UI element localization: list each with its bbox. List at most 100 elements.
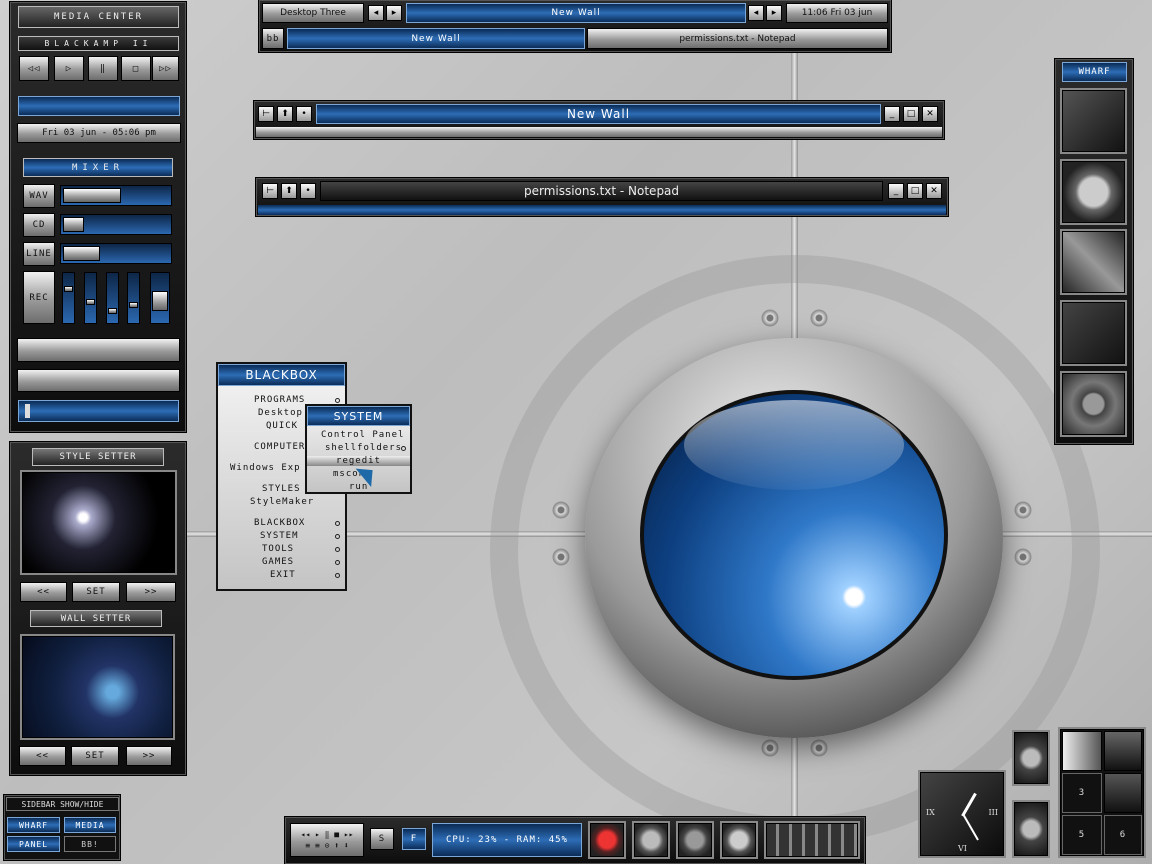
submenu-indicator-icon [335,573,340,578]
window-maximize-button[interactable]: □ [907,183,923,199]
clock-hand-minute [962,813,979,841]
toolbar-window-title: New Wall [406,3,746,23]
vertical-fader[interactable] [62,272,75,324]
sidebar-toggle-title[interactable]: SIDEBAR SHOW/HIDE [6,797,119,811]
bb-button[interactable]: bb [262,28,284,49]
notepad-pencil-icon[interactable] [1060,300,1127,366]
red-app-icon[interactable] [588,821,626,859]
style-prev-button[interactable]: << [20,582,67,602]
line-slider[interactable] [60,243,172,264]
window-pin-button[interactable]: • [296,106,312,122]
f-button[interactable]: F [402,828,426,850]
window-pin-button[interactable]: • [300,183,316,199]
pause-button[interactable]: ‖ [88,56,118,81]
mixer-rec-button[interactable]: REC [23,271,55,324]
track-display [18,96,180,116]
globe-speaker-icon[interactable] [1060,159,1127,225]
blackbox-menu-item[interactable]: Windows Exp [230,463,301,473]
s-button[interactable]: S [370,828,394,850]
wharf-title: WHARF [1062,62,1127,82]
system-menu-item[interactable]: run [349,482,368,492]
recycle-bin-full-icon[interactable] [1012,730,1050,786]
blackbox-menu-title: BLACKBOX [218,364,345,386]
window-menu-button[interactable]: ⊢ [262,183,278,199]
blackbox-menu-item[interactable]: COMPUTER [254,442,305,452]
submenu-indicator-icon [401,446,406,451]
pager-desktop-3[interactable]: 3 [1062,773,1102,813]
play-button[interactable]: ▷ [54,56,84,81]
drawing-tools-icon[interactable] [1060,229,1127,295]
wav-slider[interactable] [60,185,172,206]
blackbox-menu-item[interactable]: TOOLS [262,544,294,554]
recycle-bin-empty-icon[interactable] [1012,800,1050,858]
vertical-fader[interactable] [127,272,140,324]
window-next-button[interactable]: ▸ [766,5,782,21]
mixer-cd-label: CD [23,213,55,237]
system-tray[interactable] [764,821,860,859]
browser-app-icon[interactable] [676,821,714,859]
pager-desktop-6[interactable]: 6 [1104,815,1142,855]
task-new-wall[interactable]: New Wall [287,28,585,49]
blackbox-menu-item[interactable]: STYLES [262,484,301,494]
window-title-notepad[interactable]: permissions.txt - Notepad [320,181,883,201]
pager-desktop-2[interactable] [1104,731,1142,771]
mixer-line-label: LINE [23,242,55,266]
sidebar-media-button[interactable]: MEDIA [64,817,116,833]
disk-app-icon[interactable] [632,821,670,859]
style-next-button[interactable]: >> [126,582,176,602]
progress-bar[interactable] [18,400,179,422]
blackbox-menu-item[interactable]: GAMES [262,557,294,567]
disk-drive-icon[interactable] [1060,371,1127,437]
window-maximize-button[interactable]: □ [903,106,919,122]
player-controls[interactable]: ◂◂ ▸ ‖ ■ ▸▸ ≡ ≡ ⊙ ⬆ ⬇ [290,823,364,857]
monitor-icon[interactable] [1060,88,1127,154]
workspace-label[interactable]: Desktop Three [262,3,364,23]
clock-numeral-9: IX [926,808,935,817]
window-close-button[interactable]: ✕ [922,106,938,122]
sidebar-wharf-button[interactable]: WHARF [7,817,60,833]
widget-bar-1[interactable] [17,338,180,362]
system-menu-item[interactable]: shellfolders [325,443,402,453]
workspace-prev-button[interactable]: ◂ [368,5,384,21]
pager-desktop-4[interactable] [1104,773,1142,813]
window-minimize-button[interactable]: _ [888,183,904,199]
sidebar-bb-button[interactable]: BB! [64,836,116,852]
window-body-notepad [258,205,946,215]
widget-bar-2[interactable] [17,369,180,392]
blackbox-menu-item[interactable]: Desktop [258,408,303,418]
cd-slider[interactable] [60,214,172,235]
wall-prev-button[interactable]: << [19,746,66,766]
window-minimize-button[interactable]: _ [884,106,900,122]
style-set-button[interactable]: SET [72,582,120,602]
window-prev-button[interactable]: ◂ [748,5,764,21]
vertical-fader[interactable] [106,272,119,324]
system-menu-item[interactable]: Control Panel [321,430,404,440]
blackbox-menu-item[interactable]: PROGRAMS [254,395,305,405]
task-notepad[interactable]: permissions.txt - Notepad [587,28,888,49]
vertical-fader[interactable] [84,272,97,324]
blackbox-menu-item[interactable]: SYSTEM [260,531,299,541]
blackbox-menu-item[interactable]: EXIT [270,570,296,580]
window-shade-button[interactable]: ⬆ [281,183,297,199]
blackbox-menu-item[interactable]: QUICK [266,421,298,431]
window-shade-button[interactable]: ⬆ [277,106,293,122]
media-center-title: MEDIA CENTER [18,6,179,28]
blackbox-menu-item[interactable]: StyleMaker [250,497,314,507]
wall-set-button[interactable]: SET [71,746,119,766]
window-menu-button[interactable]: ⊢ [258,106,274,122]
vertical-fader[interactable] [150,272,170,324]
pager-desktop-1[interactable] [1062,731,1102,771]
pager-desktop-5[interactable]: 5 [1062,815,1102,855]
next-track-button[interactable]: ▷▷ [152,56,179,81]
window-title-new-wall[interactable]: New Wall [316,104,881,124]
submenu-indicator-icon [335,398,340,403]
media-app-icon[interactable] [720,821,758,859]
sidebar-panel-button[interactable]: PANEL [7,836,60,852]
blackbox-menu-item[interactable]: BLACKBOX [254,518,305,528]
wall-next-button[interactable]: >> [126,746,172,766]
prev-track-button[interactable]: ◁◁ [19,56,49,81]
stop-button[interactable]: □ [121,56,151,81]
workspace-next-button[interactable]: ▸ [386,5,402,21]
window-body-new-wall [256,127,942,137]
window-close-button[interactable]: ✕ [926,183,942,199]
